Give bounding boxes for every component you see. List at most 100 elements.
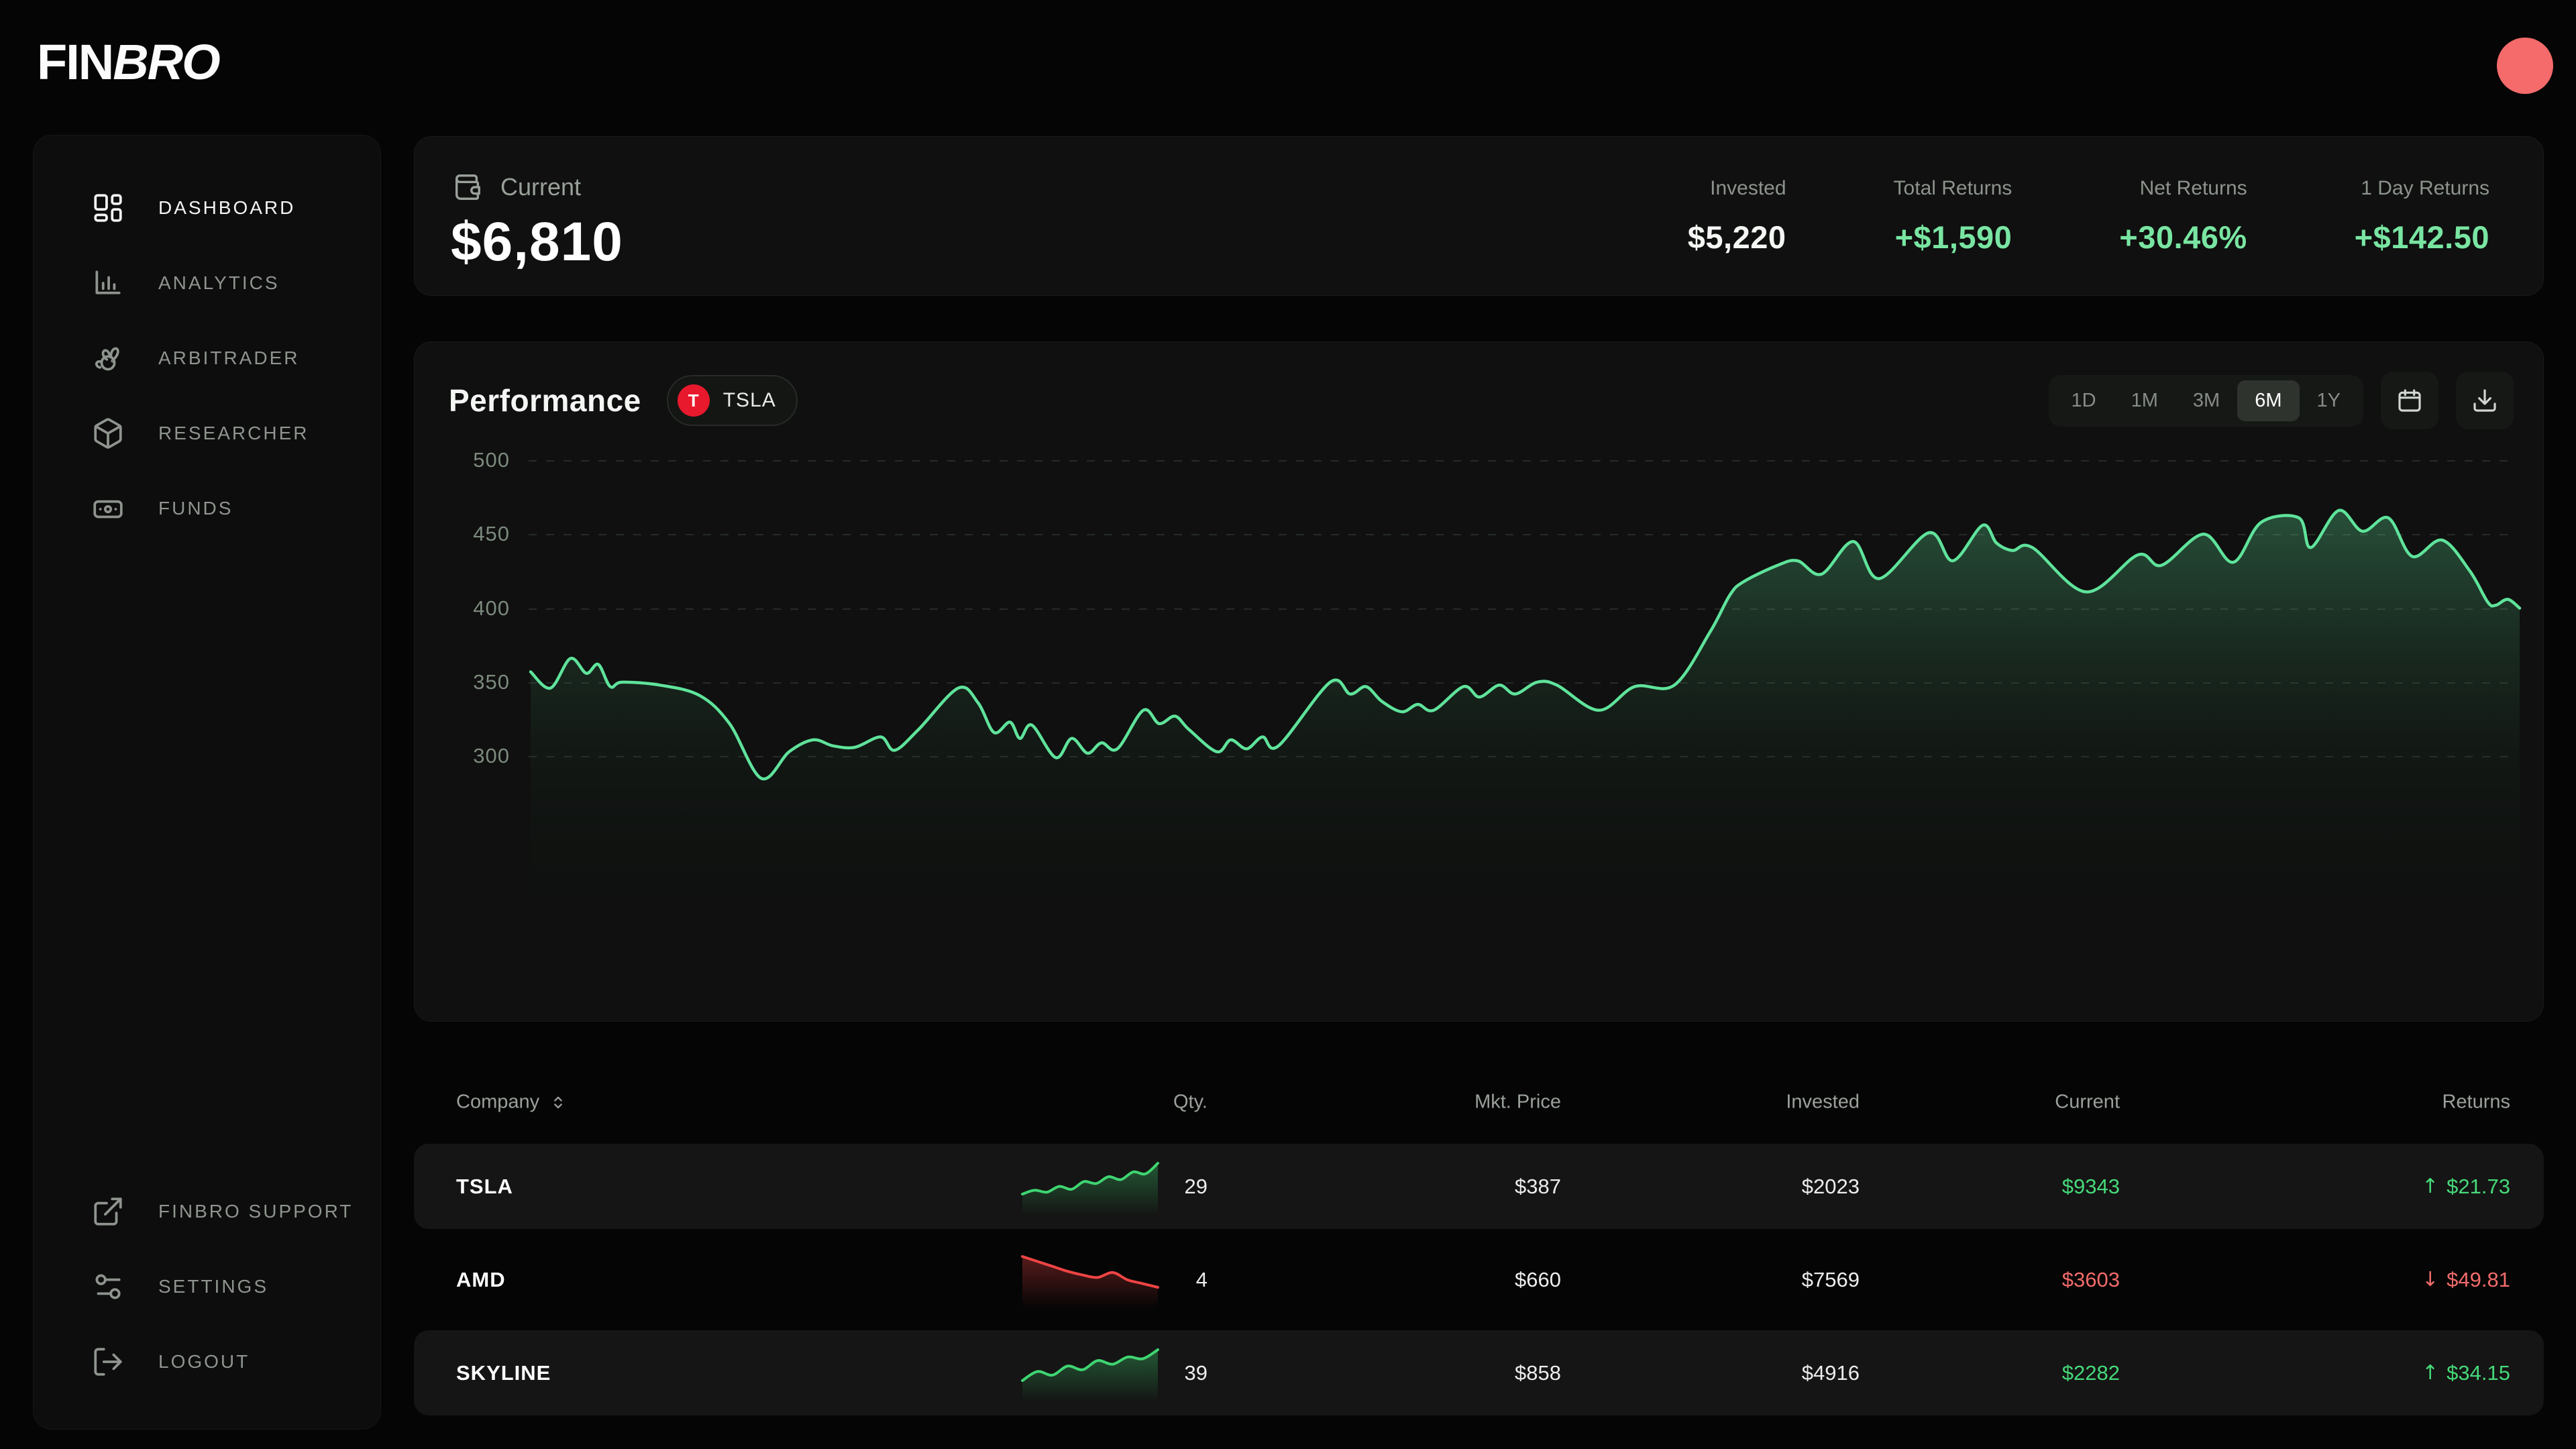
range-1m[interactable]: 1M: [2114, 380, 2176, 421]
performance-line-chart[interactable]: [529, 449, 2524, 973]
qty-cell: 39: [1185, 1361, 1208, 1385]
sidebar-nav: DASHBOARD ANALYTICS ARBITRADER RESEARCHE…: [34, 170, 380, 546]
sidebar-item-label: DASHBOARD: [158, 197, 295, 219]
invested-cell: $4916: [1802, 1361, 1860, 1385]
sidebar-item-label: RESEARCHER: [158, 423, 309, 444]
banknote-icon: [91, 492, 125, 525]
sparkline-skyline: [1020, 1344, 1161, 1402]
stat-total-returns: Total Returns +$1,590: [1894, 177, 2012, 256]
chart-toolbar: 1D 1M 3M 6M 1Y: [2049, 372, 2514, 429]
logout-icon: [91, 1345, 125, 1379]
sidebar-item-dashboard[interactable]: DASHBOARD: [34, 170, 380, 246]
table-row-tsla[interactable]: TSLA 29 $387 $2023 $9343 ↑ $21.73: [414, 1144, 2544, 1229]
sidebar-item-logout[interactable]: LOGOUT: [34, 1324, 380, 1399]
summary-stats: Invested $5,220 Total Returns +$1,590 Ne…: [1688, 137, 2489, 295]
current-cell: $2282: [2062, 1361, 2120, 1385]
external-link-icon: [91, 1195, 125, 1228]
current-cell: $3603: [2062, 1268, 2120, 1292]
y-tick-label: 500: [415, 448, 510, 472]
stat-value: +$142.50: [2355, 219, 2489, 256]
company-cell: AMD: [456, 1268, 506, 1292]
invested-cell: $7569: [1802, 1268, 1860, 1292]
download-icon: [2471, 387, 2498, 414]
returns-cell: ↓ $49.81: [2422, 1268, 2510, 1292]
stat-value: $5,220: [1688, 219, 1786, 256]
chart-area-fill: [531, 511, 2520, 949]
sparkline-chart: [1020, 1158, 1161, 1216]
range-3m[interactable]: 3M: [2176, 380, 2237, 421]
sidebar-item-finbro-support[interactable]: FINBRO SUPPORT: [34, 1174, 380, 1249]
y-tick-label: 350: [415, 670, 510, 694]
y-tick-label: 400: [415, 596, 510, 621]
returns-value: $34.15: [2447, 1361, 2510, 1385]
range-1d[interactable]: 1D: [2054, 380, 2114, 421]
column-header-mkt-price[interactable]: Mkt. Price: [1474, 1091, 1561, 1114]
y-tick-label: 300: [415, 744, 510, 768]
sidebar: DASHBOARD ANALYTICS ARBITRADER RESEARCHE…: [33, 135, 381, 1430]
invested-cell: $2023: [1802, 1175, 1860, 1199]
current-label-row: Current: [452, 172, 581, 203]
range-selector: 1D 1M 3M 6M 1Y: [2049, 375, 2363, 427]
column-label: Company: [456, 1091, 539, 1114]
performance-card: Performance T TSLA 1D 1M 3M 6M 1Y 500 450…: [414, 341, 2544, 1022]
rabbit-icon: [91, 341, 125, 375]
qty-cell: 4: [1196, 1268, 1208, 1292]
sidebar-item-funds[interactable]: FUNDS: [34, 471, 380, 546]
sidebar-item-analytics[interactable]: ANALYTICS: [34, 246, 380, 321]
stat-label: Total Returns: [1894, 177, 2012, 200]
wallet-icon: [452, 172, 483, 203]
logo-fin: FIN: [37, 34, 113, 90]
download-button[interactable]: [2456, 372, 2514, 429]
stat-1day-returns: 1 Day Returns +$142.50: [2355, 177, 2489, 256]
table-row-amd[interactable]: AMD 4 $660 $7569 $3603 ↓ $49.81: [414, 1237, 2544, 1322]
mkt-price-cell: $387: [1515, 1175, 1561, 1199]
calendar-button[interactable]: [2381, 372, 2438, 429]
stat-label: Invested: [1688, 177, 1786, 200]
ticker-symbol: TSLA: [723, 389, 776, 412]
sidebar-item-label: FUNDS: [158, 498, 233, 519]
cube-icon: [91, 417, 125, 450]
holdings-table-header: Company Qty. Mkt. Price Invested Current…: [414, 1081, 2544, 1123]
returns-value: $49.81: [2447, 1268, 2510, 1292]
holdings-table: TSLA 29 $387 $2023 $9343 ↑ $21.73 AMD 4 …: [414, 1144, 2544, 1424]
current-value: $6,810: [451, 211, 623, 274]
sidebar-item-settings[interactable]: SETTINGS: [34, 1249, 380, 1324]
stat-label: Net Returns: [2119, 177, 2247, 200]
logo-bro: BRO: [113, 34, 219, 90]
stat-invested: Invested $5,220: [1688, 177, 1786, 256]
sidebar-footer-nav: FINBRO SUPPORT SETTINGS LOGOUT: [34, 1174, 380, 1399]
settings-icon: [91, 1270, 125, 1303]
up-arrow-icon: ↑: [2422, 1361, 2438, 1385]
sparkline-amd: [1020, 1251, 1161, 1309]
column-header-invested[interactable]: Invested: [1786, 1091, 1860, 1114]
dashboard-icon: [91, 191, 125, 225]
range-1y[interactable]: 1Y: [2300, 380, 2358, 421]
down-arrow-icon: ↓: [2422, 1268, 2438, 1291]
calendar-icon: [2396, 387, 2423, 414]
qty-cell: 29: [1185, 1175, 1208, 1199]
current-label: Current: [500, 173, 581, 201]
sidebar-item-label: ARBITRADER: [158, 347, 299, 369]
sidebar-item-label: LOGOUT: [158, 1351, 250, 1373]
ticker-pill[interactable]: T TSLA: [667, 375, 798, 426]
column-header-qty[interactable]: Qty.: [1173, 1091, 1208, 1114]
stat-net-returns: Net Returns +30.46%: [2119, 177, 2247, 256]
current-cell: $9343: [2062, 1175, 2120, 1199]
user-avatar[interactable]: [2497, 38, 2553, 94]
sidebar-item-arbitrader[interactable]: ARBITRADER: [34, 321, 380, 396]
range-6m[interactable]: 6M: [2237, 380, 2299, 421]
sparkline-chart: [1020, 1344, 1161, 1402]
table-row-skyline[interactable]: SKYLINE 39 $858 $4916 $2282 ↑ $34.15: [414, 1330, 2544, 1415]
performance-header: Performance T TSLA 1D 1M 3M 6M 1Y: [449, 372, 2514, 429]
y-tick-label: 450: [415, 522, 510, 546]
analytics-icon: [91, 266, 125, 300]
sidebar-item-label: SETTINGS: [158, 1276, 268, 1297]
sidebar-item-label: ANALYTICS: [158, 272, 280, 294]
finbro-logo: FINBRO: [37, 34, 219, 91]
column-header-current[interactable]: Current: [2055, 1091, 2120, 1114]
column-header-returns[interactable]: Returns: [2442, 1091, 2510, 1114]
column-header-company[interactable]: Company: [456, 1091, 568, 1114]
sparkline-chart: [1020, 1251, 1161, 1309]
sidebar-item-researcher[interactable]: RESEARCHER: [34, 396, 380, 471]
sidebar-item-label: FINBRO SUPPORT: [158, 1201, 353, 1222]
